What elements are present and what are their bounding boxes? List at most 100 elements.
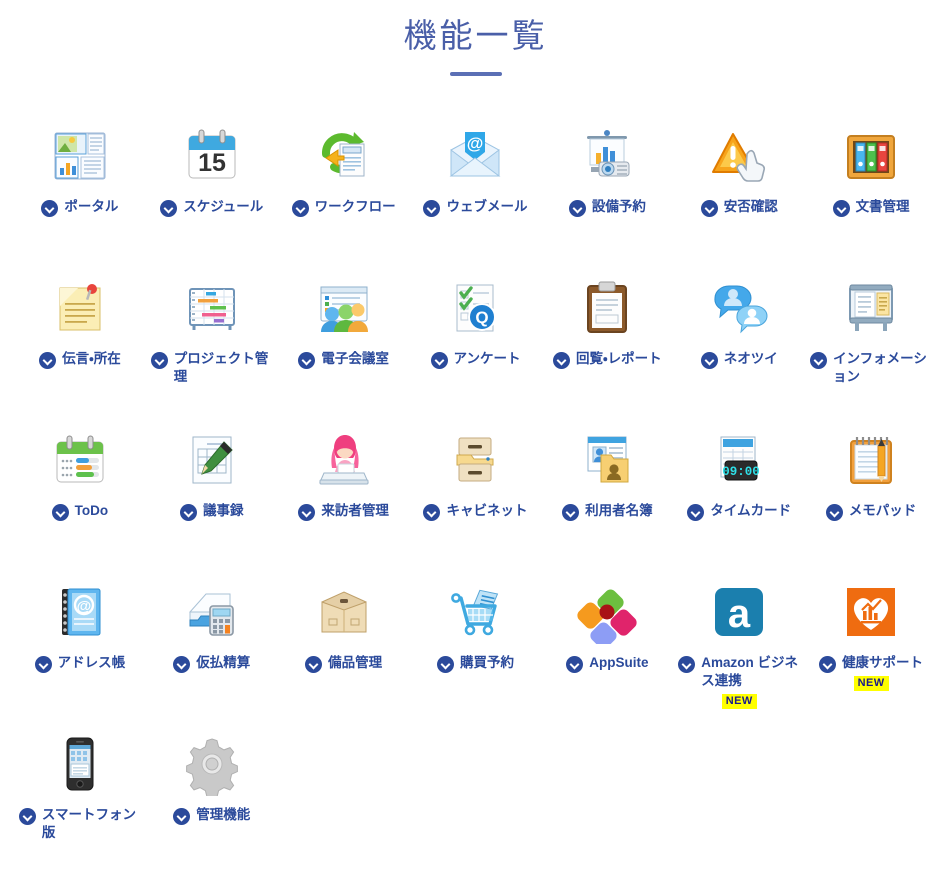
feature-label[interactable]: 仮払精算 — [173, 654, 250, 673]
memopad-icon[interactable] — [839, 428, 903, 492]
chevron-down-icon — [291, 199, 309, 217]
feature-label[interactable]: ワークフロー — [291, 198, 396, 217]
feature-item[interactable]: 利用者名簿 — [541, 420, 673, 566]
feature-label[interactable]: 購買予約 — [436, 654, 514, 673]
feature-label[interactable]: アンケート — [430, 350, 520, 369]
feature-item[interactable]: 設備予約 — [541, 116, 673, 262]
feature-item[interactable]: キャビネット — [410, 420, 542, 566]
smartphone-icon[interactable] — [48, 732, 112, 796]
feature-item[interactable]: 文書管理 — [805, 116, 937, 262]
feature-item[interactable]: @ ウェブメール — [410, 116, 542, 262]
amazon-business-icon[interactable]: a — [707, 580, 771, 644]
minutes-icon[interactable] — [180, 428, 244, 492]
feature-label-text: 利用者名簿 — [585, 502, 653, 518]
cabinet-icon[interactable] — [443, 428, 507, 492]
feature-label[interactable]: 健康サポート — [819, 654, 923, 673]
feature-item[interactable]: メモパッド — [805, 420, 937, 566]
workflow-icon[interactable] — [312, 124, 376, 188]
safety-confirmation-icon[interactable] — [707, 124, 771, 188]
feature-item[interactable]: ToDo — [14, 420, 146, 566]
clipboard-report-icon[interactable] — [575, 276, 639, 340]
feature-label[interactable]: 設備予約 — [568, 198, 646, 217]
feature-item[interactable]: ポータル — [14, 116, 146, 262]
gear-admin-icon[interactable] — [180, 732, 244, 796]
equipment-reservation-icon[interactable] — [575, 124, 639, 188]
speech-bubbles-icon[interactable] — [707, 276, 771, 340]
feature-label[interactable]: 文書管理 — [832, 198, 910, 217]
feature-item[interactable]: 安否確認 — [673, 116, 805, 262]
shopping-cart-icon[interactable] — [443, 580, 507, 644]
feature-item[interactable]: @ アドレス帳 — [14, 572, 146, 718]
portal-icon[interactable] — [48, 124, 112, 188]
feature-item[interactable]: 購買予約 — [410, 572, 542, 718]
feature-label[interactable]: 利用者名簿 — [562, 502, 653, 521]
feature-item[interactable]: a Amazon ビジネス連携 NEW — [673, 572, 805, 718]
feature-label-text: 伝言・所在 — [62, 350, 121, 366]
feature-label[interactable]: インフォメーション — [810, 350, 932, 387]
feature-label[interactable]: プロジェクト管理 — [150, 350, 273, 387]
feature-label[interactable]: 伝言・所在 — [39, 350, 121, 369]
feature-label-text: アドレス帳 — [57, 654, 126, 670]
feature-item[interactable]: 議事録 — [146, 420, 278, 566]
feature-item[interactable]: Q アンケート — [410, 268, 542, 414]
feature-item[interactable]: 伝言・所在 — [14, 268, 146, 414]
feature-item[interactable]: 来訪者管理 — [278, 420, 410, 566]
feature-label[interactable]: 電子会議室 — [298, 350, 389, 369]
visitor-reception-icon[interactable] — [312, 428, 376, 492]
feature-label[interactable]: ポータル — [41, 198, 118, 217]
feature-label[interactable]: 安否確認 — [700, 198, 778, 217]
feature-label[interactable]: アドレス帳 — [34, 654, 126, 673]
message-note-icon[interactable] — [48, 276, 112, 340]
feature-label[interactable]: 回覧・レポート — [553, 350, 662, 369]
project-gantt-icon[interactable] — [180, 276, 244, 340]
feature-label-text: 仮払精算 — [196, 654, 251, 670]
feature-label[interactable]: 備品管理 — [305, 654, 382, 673]
feature-label[interactable]: ネオツイ — [700, 350, 778, 369]
feature-item[interactable]: スマートフォン版 — [14, 724, 146, 870]
feature-label[interactable]: 議事録 — [180, 502, 244, 521]
svg-text:Q: Q — [476, 308, 489, 327]
feature-label-text: キャビネット — [446, 502, 528, 518]
feature-item[interactable]: AppSuite — [541, 572, 673, 718]
feature-item[interactable]: 仮払精算 — [146, 572, 278, 718]
address-book-icon[interactable]: @ — [48, 580, 112, 644]
feature-label[interactable]: ウェブメール — [423, 198, 527, 217]
feature-item[interactable]: 09:00 タイムカード — [673, 420, 805, 566]
feature-label[interactable]: Amazon ビジネス連携 — [678, 654, 800, 691]
feature-label[interactable]: 管理機能 — [173, 806, 250, 825]
feature-item[interactable]: 備品管理 — [278, 572, 410, 718]
feature-item[interactable]: 健康サポート NEW — [805, 572, 937, 718]
appsuite-icon[interactable] — [575, 580, 639, 644]
timecard-icon[interactable]: 09:00 — [707, 428, 771, 492]
feature-item[interactable]: ワークフロー — [278, 116, 410, 262]
todo-icon[interactable] — [48, 428, 112, 492]
conference-room-icon[interactable] — [312, 276, 376, 340]
bulletin-board-icon[interactable] — [839, 276, 903, 340]
user-directory-icon[interactable] — [575, 428, 639, 492]
feature-label[interactable]: AppSuite — [566, 654, 648, 673]
feature-item[interactable]: 回覧・レポート — [541, 268, 673, 414]
feature-label-text: ワークフロー — [314, 198, 396, 214]
webmail-icon[interactable]: @ — [443, 124, 507, 188]
expense-calculator-icon[interactable] — [180, 580, 244, 644]
supplies-box-icon[interactable] — [312, 580, 376, 644]
feature-item[interactable]: 15 スケジュール — [146, 116, 278, 262]
feature-label[interactable]: タイムカード — [687, 502, 791, 521]
feature-item[interactable]: 電子会議室 — [278, 268, 410, 414]
feature-item[interactable]: ネオツイ — [673, 268, 805, 414]
document-management-icon[interactable] — [839, 124, 903, 188]
survey-icon[interactable]: Q — [443, 276, 507, 340]
feature-label[interactable]: ToDo — [51, 502, 109, 521]
feature-label[interactable]: スケジュール — [160, 198, 263, 217]
feature-item[interactable]: 管理機能 — [146, 724, 278, 870]
health-support-icon[interactable] — [839, 580, 903, 644]
feature-item[interactable]: プロジェクト管理 — [146, 268, 278, 414]
feature-label-text: ToDo — [74, 502, 109, 518]
feature-item[interactable]: インフォメーション — [805, 268, 937, 414]
feature-label[interactable]: キャビネット — [423, 502, 527, 521]
calendar-icon[interactable]: 15 — [180, 124, 244, 188]
svg-text:a: a — [728, 592, 751, 636]
feature-label[interactable]: メモパッド — [825, 502, 916, 521]
feature-label[interactable]: スマートフォン版 — [18, 806, 141, 843]
feature-label[interactable]: 来訪者管理 — [298, 502, 389, 521]
